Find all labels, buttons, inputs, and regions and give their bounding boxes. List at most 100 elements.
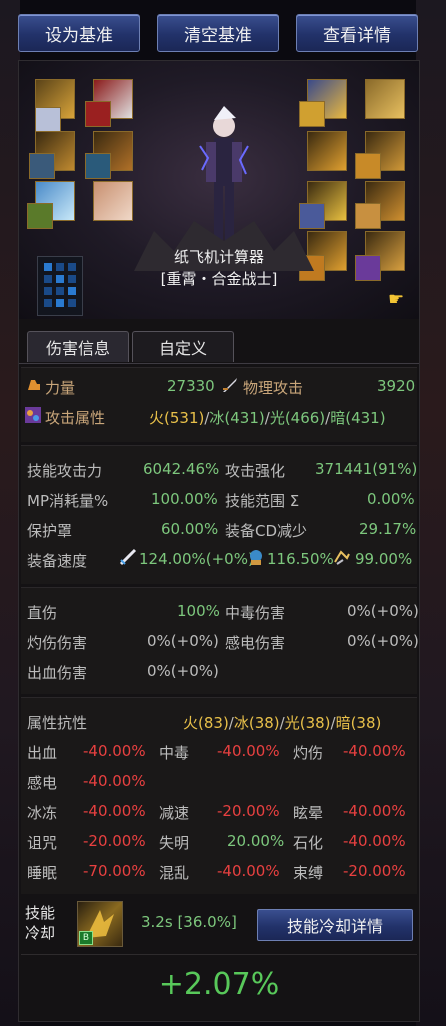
grid-icon[interactable] bbox=[37, 256, 83, 316]
resist-dark: 暗(38) bbox=[335, 714, 382, 732]
result-percent: +2.07% bbox=[158, 967, 280, 1002]
cooldown-label: 技能 冷却 bbox=[25, 903, 55, 943]
skill-range-value: 0.00% bbox=[367, 490, 415, 508]
resist-burn-value: -40.00% bbox=[343, 742, 406, 760]
resist-freeze-label: 冰冻 bbox=[27, 804, 58, 822]
resist-slow-value: -20.00% bbox=[217, 802, 280, 820]
cooldown-label-line1: 技能 bbox=[25, 904, 56, 922]
strength-value: 27330 bbox=[167, 377, 215, 395]
resist-shock-value: -40.00% bbox=[83, 772, 146, 790]
equip-slot-icon[interactable] bbox=[93, 181, 133, 221]
tab-custom[interactable]: 自定义 bbox=[132, 331, 234, 362]
resist-freeze-value: -40.00% bbox=[83, 802, 146, 820]
attack-enhance-label: 攻击强化 bbox=[225, 462, 286, 480]
sword-icon bbox=[221, 376, 239, 398]
result-divider bbox=[21, 954, 417, 955]
phys-attack-value: 3920 bbox=[377, 377, 416, 395]
cooldown-detail-button[interactable]: 技能冷却详情 bbox=[257, 909, 413, 941]
resist-sleep-value: -70.00% bbox=[83, 862, 146, 880]
element-values: 火(531)/冰(431)/光(466)/暗(431) bbox=[149, 407, 386, 428]
resist-bind-value: -20.00% bbox=[343, 862, 406, 880]
cooldown-label-line2: 冷却 bbox=[25, 924, 56, 942]
equip-slot-icon[interactable] bbox=[27, 203, 53, 229]
set-baseline-button[interactable]: 设为基准 bbox=[18, 14, 140, 52]
element-icon bbox=[23, 405, 43, 429]
damage-type-section: 直伤 100% 中毒伤害 0%(+0%) 灼伤伤害 0%(+0%) 感电伤害 0… bbox=[21, 587, 419, 694]
clear-baseline-button[interactable]: 清空基准 bbox=[157, 14, 279, 52]
resist-petrify-label: 石化 bbox=[293, 834, 324, 852]
resist-poison-label: 中毒 bbox=[159, 744, 190, 762]
strength-icon bbox=[25, 376, 43, 398]
equip-slot-icon[interactable] bbox=[29, 153, 55, 179]
strength-label: 力量 bbox=[45, 379, 76, 397]
skill-attack-value: 6042.46% bbox=[143, 460, 220, 478]
resist-blind-value: 20.00% bbox=[227, 832, 285, 850]
element-dark: 暗(431) bbox=[330, 409, 386, 427]
speed3-value: 99.00% bbox=[355, 550, 413, 568]
burn-damage-label: 灼伤伤害 bbox=[27, 634, 88, 652]
element-label: 攻击属性 bbox=[45, 409, 106, 427]
resist-sleep-label: 睡眠 bbox=[27, 864, 58, 882]
equip-slot-icon[interactable] bbox=[355, 203, 381, 229]
resist-stun-label: 眩晕 bbox=[293, 804, 324, 822]
basic-stats-section: 力量 27330 物理攻击 3920 攻击属性 火(531)/冰(431)/光(… bbox=[21, 367, 417, 442]
calculator-panel: 纸飞机计算器 [重霄・合金战士] ☛ 伤害信息 自定义 力量 27330 物理攻… bbox=[18, 60, 420, 1022]
resist-stun-value: -40.00% bbox=[343, 802, 406, 820]
element-ice: 冰(431) bbox=[209, 409, 265, 427]
speed1-value: 124.00%(+0%) bbox=[139, 550, 254, 568]
poison-damage-value: 0%(+0%) bbox=[347, 602, 419, 620]
cooldown-value: 3.2s [36.0%] bbox=[141, 913, 237, 931]
equip-slot-icon[interactable] bbox=[355, 153, 381, 179]
resist-light: 光(38) bbox=[284, 714, 331, 732]
equip-slot-icon[interactable] bbox=[307, 131, 347, 171]
attack-speed-icon bbox=[119, 548, 137, 570]
equip-slot-icon[interactable] bbox=[365, 79, 405, 119]
tab-divider bbox=[19, 363, 419, 364]
resistance-section: 属性抗性 火(83)/冰(38)/光(38)/暗(38) 出血 -40.00% … bbox=[21, 697, 417, 894]
shock-damage-value: 0%(+0%) bbox=[347, 632, 419, 650]
character-equipment-area: 纸飞机计算器 [重霄・合金战士] ☛ bbox=[19, 61, 419, 319]
poison-damage-label: 中毒伤害 bbox=[225, 604, 286, 622]
element-fire: 火(531) bbox=[149, 409, 205, 427]
skill-badge: B bbox=[79, 931, 93, 945]
equip-slot-icon[interactable] bbox=[85, 101, 111, 127]
move-speed-icon bbox=[333, 548, 351, 570]
resist-poison-value: -40.00% bbox=[217, 742, 280, 760]
resist-ice: 冰(38) bbox=[233, 714, 280, 732]
tab-damage-info[interactable]: 伤害信息 bbox=[27, 331, 129, 362]
element-light: 光(466) bbox=[269, 409, 326, 427]
resist-shock-label: 感电 bbox=[27, 774, 58, 792]
shock-damage-label: 感电伤害 bbox=[225, 634, 286, 652]
speed2-value: 116.50% bbox=[267, 550, 334, 568]
resist-bleed-value: -40.00% bbox=[83, 742, 146, 760]
cast-speed-icon bbox=[247, 548, 265, 570]
resist-slow-label: 减速 bbox=[159, 804, 190, 822]
attack-enhance-value: 371441(91%) bbox=[315, 460, 418, 478]
equip-slot-icon[interactable] bbox=[35, 107, 61, 133]
resist-blind-label: 失明 bbox=[159, 834, 190, 852]
resist-confuse-value: -40.00% bbox=[217, 862, 280, 880]
shield-label: 保护罩 bbox=[27, 522, 73, 540]
background-left bbox=[0, 0, 20, 1026]
skill-icon[interactable]: B bbox=[77, 901, 123, 947]
direct-damage-label: 直伤 bbox=[27, 604, 58, 622]
bleed-damage-value: 0%(+0%) bbox=[147, 662, 219, 680]
resist-elements: 火(83)/冰(38)/光(38)/暗(38) bbox=[183, 712, 381, 733]
resist-curse-label: 诅咒 bbox=[27, 834, 58, 852]
tab-bar: 伤害信息 自定义 bbox=[27, 331, 237, 363]
cd-reduce-value: 29.17% bbox=[359, 520, 417, 538]
resist-bleed-label: 出血 bbox=[27, 744, 58, 762]
skill-range-label: 技能范围 Σ bbox=[225, 492, 300, 510]
resist-bind-label: 束缚 bbox=[293, 864, 324, 882]
phys-attack-label: 物理攻击 bbox=[243, 379, 304, 397]
shield-value: 60.00% bbox=[161, 520, 219, 538]
pointing-hand-icon[interactable]: ☛ bbox=[388, 289, 404, 310]
resist-title: 属性抗性 bbox=[27, 714, 88, 732]
resist-petrify-value: -40.00% bbox=[343, 832, 406, 850]
resist-fire: 火(83) bbox=[183, 714, 229, 732]
view-details-button[interactable]: 查看详情 bbox=[296, 14, 418, 52]
mp-cost-value: 100.00% bbox=[151, 490, 218, 508]
equip-speed-label: 装备速度 bbox=[27, 552, 88, 570]
equip-slot-icon[interactable] bbox=[85, 153, 111, 179]
equip-slot-icon[interactable] bbox=[299, 101, 325, 127]
